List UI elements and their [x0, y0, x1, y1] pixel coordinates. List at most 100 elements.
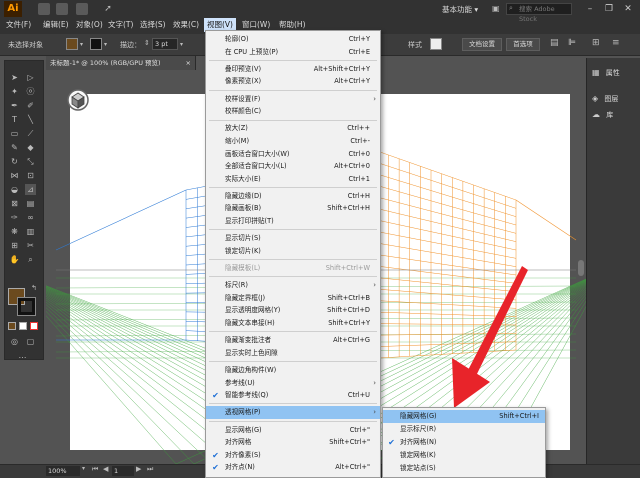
maximize-button[interactable]: ❐ — [603, 3, 615, 15]
view-menu-item[interactable]: 显示实时上色间隙 — [206, 347, 380, 360]
view-menu-item[interactable]: 像素预览(X) Alt+Ctrl+Y — [206, 75, 380, 88]
properties-panel-button[interactable]: ▦ 属性 — [592, 66, 620, 80]
chevron-down-icon[interactable]: ▾ — [104, 41, 107, 48]
line-tool-icon[interactable]: ╲ — [25, 114, 36, 125]
perspective-submenu-item[interactable]: 隐藏网格(G) Shift+Ctrl+I — [383, 410, 545, 423]
first-artboard-icon[interactable]: ⏮ — [92, 465, 98, 474]
view-menu-item[interactable]: 隐藏边角构件(W) — [206, 364, 380, 377]
prev-artboard-icon[interactable]: ◀ — [103, 465, 108, 473]
eraser-tool-icon[interactable]: ◆ — [25, 142, 36, 153]
stock-search-input[interactable]: 搜索 Adobe Stock — [506, 3, 572, 23]
magic-wand-tool-icon[interactable]: ✦ — [9, 86, 20, 97]
view-menu-item[interactable]: 锁定切片(K) — [206, 245, 380, 258]
drawing-mode-icon[interactable]: ◎ — [9, 336, 20, 347]
arrange-icon[interactable]: ▣ — [492, 3, 502, 15]
workspace-switcher[interactable]: 基本功能 ▾ — [442, 4, 478, 15]
view-menu-item[interactable]: 轮廓(O) Ctrl+Y — [206, 33, 380, 46]
zoom-level-field[interactable]: 100% — [46, 466, 80, 476]
menu-effect[interactable]: 效果(C) — [173, 18, 199, 32]
view-menu-item[interactable]: 标尺(R) › — [206, 279, 380, 292]
menu-object[interactable]: 对象(O) — [76, 18, 103, 32]
view-menu-item[interactable]: ✔ 对齐点(N) Alt+Ctrl+" — [206, 461, 380, 474]
color-mode-icon[interactable] — [8, 322, 16, 330]
next-artboard-icon[interactable]: ▶ — [136, 465, 141, 473]
type-tool-icon[interactable]: T — [9, 114, 20, 125]
perspective-submenu-item[interactable]: 锁定网格(K) — [383, 449, 545, 462]
pen-tool-icon[interactable]: ✒ — [9, 100, 20, 111]
gpu-rocket-icon[interactable]: ➚ — [102, 3, 114, 15]
view-menu-item[interactable]: 隐藏定界框(J) Shift+Ctrl+B — [206, 292, 380, 305]
view-menu-item[interactable]: 实际大小(E) Ctrl+1 — [206, 173, 380, 186]
view-menu-item[interactable]: 隐藏边缘(D) Ctrl+H — [206, 190, 380, 203]
transform-icon[interactable]: ⊞ — [592, 38, 600, 48]
view-menu-item[interactable]: 显示透明度网格(Y) Shift+Ctrl+D — [206, 304, 380, 317]
blend-tool-icon[interactable]: ∞ — [25, 212, 36, 223]
align-icon[interactable]: ⊫ — [568, 38, 576, 48]
view-menu-item[interactable]: 画板适合窗口大小(W) Ctrl+0 — [206, 148, 380, 161]
view-menu-item[interactable]: 缩小(M) Ctrl+- — [206, 135, 380, 148]
chevron-down-icon[interactable]: ▾ — [180, 41, 183, 48]
panel-menu-icon[interactable]: ≡ — [612, 38, 620, 48]
perspective-submenu-item[interactable]: 显示标尺(R) — [383, 423, 545, 436]
view-menu-item[interactable]: 显示切片(S) — [206, 232, 380, 245]
view-menu-item[interactable]: 显示网格(G) Ctrl+" — [206, 424, 380, 437]
close-button[interactable]: ✕ — [622, 3, 634, 15]
close-tab-icon[interactable]: × — [186, 56, 191, 70]
selection-tool-icon[interactable]: ➤ — [9, 72, 20, 83]
vertical-scrollbar-thumb[interactable] — [578, 260, 584, 276]
minimize-button[interactable]: – — [584, 3, 596, 15]
view-menu-item[interactable]: 放大(Z) Ctrl++ — [206, 122, 380, 135]
perspective-submenu-item[interactable]: ✔ 对齐网格(N) — [383, 436, 545, 449]
direct-selection-tool-icon[interactable]: ▷ — [25, 72, 36, 83]
shaper-tool-icon[interactable]: ✎ — [9, 142, 20, 153]
width-tool-icon[interactable]: ⋈ — [9, 170, 20, 181]
rotate-tool-icon[interactable]: ↻ — [9, 156, 20, 167]
perspective-submenu-item[interactable]: 锁定站点(S) — [383, 462, 545, 475]
view-menu-item[interactable]: 显示打印拼贴(T) — [206, 215, 380, 228]
preferences-button[interactable]: 首选项 — [506, 38, 540, 51]
rectangle-tool-icon[interactable]: ▭ — [9, 128, 20, 139]
gradient-tool-icon[interactable]: ▤ — [25, 198, 36, 209]
stock-icon[interactable] — [56, 3, 68, 15]
arrange-documents-icon[interactable] — [76, 3, 88, 15]
symbol-sprayer-tool-icon[interactable]: ❋ — [9, 226, 20, 237]
layers-panel-button[interactable]: ◈ 图层 — [592, 92, 618, 106]
screen-mode-icon[interactable]: ▢ — [25, 336, 36, 347]
perspective-grid-tool-icon[interactable]: ⊿ — [25, 184, 36, 195]
menu-type[interactable]: 文字(T) — [108, 18, 133, 32]
view-menu-item[interactable]: 隐藏模板(L) Shift+Ctrl+W — [206, 262, 380, 275]
document-setup-button[interactable]: 文档设置 — [462, 38, 502, 51]
artboard-number-field[interactable]: 1 — [112, 466, 134, 476]
slice-tool-icon[interactable]: ✂ — [25, 240, 36, 251]
stepper-icon[interactable]: ⇕ — [144, 39, 150, 47]
paintbrush-tool-icon[interactable]: ⟋ — [25, 128, 36, 139]
free-transform-tool-icon[interactable]: ⊡ — [25, 170, 36, 181]
column-graph-tool-icon[interactable]: ▥ — [25, 226, 36, 237]
view-menu-item[interactable]: 隐藏文本串接(H) Shift+Ctrl+Y — [206, 317, 380, 330]
libraries-panel-button[interactable]: ☁ 库 — [592, 108, 613, 122]
eyedropper-tool-icon[interactable]: ✑ — [9, 212, 20, 223]
view-menu-item[interactable]: 隐藏画板(B) Shift+Ctrl+H — [206, 202, 380, 215]
stroke-color-box[interactable] — [17, 297, 36, 316]
view-menu-item[interactable]: 校样设置(F) › — [206, 93, 380, 106]
arrange-icon[interactable]: ▤ — [550, 38, 559, 48]
view-menu-item[interactable]: 叠印预览(V) Alt+Shift+Ctrl+Y — [206, 63, 380, 76]
view-menu-item[interactable]: 校样颜色(C) — [206, 105, 380, 118]
view-menu-item[interactable]: ✔ 对齐像素(S) — [206, 449, 380, 462]
view-menu-item[interactable]: 透视网格(P) › — [206, 406, 380, 420]
swap-colors-icon[interactable]: ↰ — [31, 284, 37, 292]
stroke-color-swatch[interactable] — [90, 38, 102, 50]
bridge-icon[interactable] — [38, 3, 50, 15]
view-menu-item[interactable]: 在 CPU 上预览(P) Ctrl+E — [206, 46, 380, 59]
curvature-tool-icon[interactable]: ✐ — [25, 100, 36, 111]
last-artboard-icon[interactable]: ⏭ — [147, 465, 153, 474]
menu-edit[interactable]: 编辑(E) — [43, 18, 69, 32]
zoom-tool-icon[interactable]: ⌕ — [25, 254, 36, 265]
menu-file[interactable]: 文件(F) — [6, 18, 31, 32]
plane-switching-widget[interactable] — [67, 89, 89, 111]
view-menu-item[interactable]: 隐藏渐变批注者 Alt+Ctrl+G — [206, 334, 380, 347]
edit-toolbar-icon[interactable]: … — [17, 350, 28, 361]
mesh-tool-icon[interactable]: ⊠ — [9, 198, 20, 209]
artboard-tool-icon[interactable]: ⊞ — [9, 240, 20, 251]
chevron-down-icon[interactable]: ▾ — [82, 465, 85, 472]
